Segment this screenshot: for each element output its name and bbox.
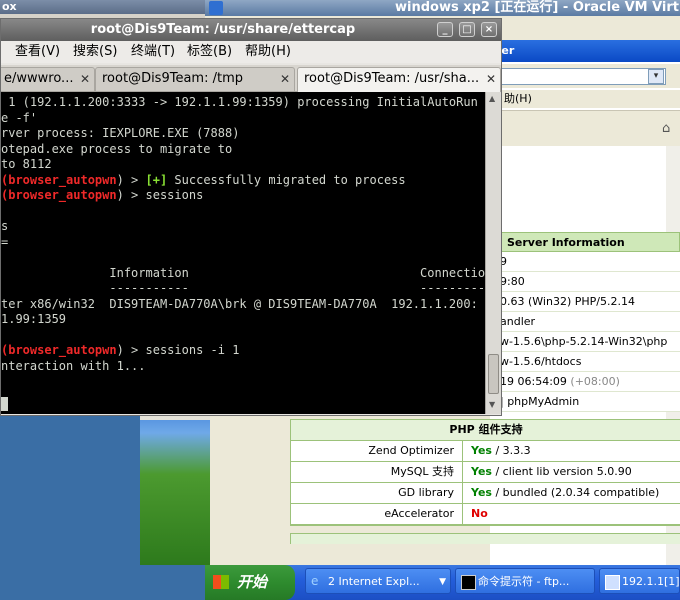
terminal-line: Information Connection (1, 265, 485, 280)
server-info-header: Server Information (490, 232, 680, 252)
php-component-row: GD library Yes / bundled (2.0.34 compati… (291, 483, 680, 504)
window-icon (605, 575, 620, 590)
close-button[interactable]: × (481, 22, 497, 37)
home-icon[interactable]: ⌂ (662, 122, 674, 135)
terminal-line: nteraction with 1... (1, 358, 146, 373)
windows-flag-icon (213, 575, 229, 589)
vm-title: windows xp2 [正在运行] - Oracle VM Virtual (395, 0, 680, 15)
taskbar-button-folder[interactable]: 192.1.1[1] (599, 568, 680, 594)
php-component-row: MySQL 支持 Yes / client lib version 5.0.90 (291, 462, 680, 483)
scroll-down-icon[interactable]: ▼ (489, 400, 495, 409)
server-info-row: 19 06:54:09 (+08:00) (490, 372, 680, 392)
tab-ettercap[interactable]: root@Dis9Team: /usr/sha... ✕ (297, 67, 501, 92)
terminal-tab-bar: e/wwwro... ✕ root@Dis9Team: /tmp ✕ root@… (1, 65, 501, 92)
terminal-line: s (1, 219, 9, 233)
close-icon[interactable]: ✕ (80, 68, 90, 90)
ie-address-bar: ▾ (490, 64, 680, 88)
server-info-row: andler (490, 312, 680, 332)
server-info-row: 9 (490, 252, 680, 272)
taskbar-button-ie[interactable]: e 2 Internet Expl... ▼ (305, 568, 451, 594)
xp-desktop-wallpaper (140, 400, 210, 565)
server-info-table: Server Information 9 9:80 0.63 (Win32) P… (490, 232, 680, 412)
terminal-line: (browser_autopwn) > sessions -i 1 (1, 343, 240, 357)
terminal-line: = (1, 234, 9, 249)
scroll-thumb[interactable] (488, 354, 499, 394)
server-info-row: w-1.5.6/htdocs (490, 352, 680, 372)
terminal-line: otepad.exe process to migrate to (1, 141, 233, 156)
terminal-titlebar[interactable]: root@Dis9Team: /usr/share/ettercap _ □ × (1, 19, 501, 41)
terminal-line: to 8112 (1, 157, 52, 171)
virtualbox-icon (209, 1, 223, 15)
server-time-offset: (+08:00) (570, 375, 620, 388)
virtualbox-title-text: ox (2, 0, 17, 13)
ie-address-input[interactable] (496, 68, 666, 85)
terminal-line: ter x86/win32 DIS9TEAM-DA770A\brk @ DIS9… (1, 296, 478, 311)
server-info-row: w-1.5.6\php-5.2.14-Win32\php (490, 332, 680, 352)
php-components-table: PHP 组件支持 Zend Optimizer Yes / 3.3.3 MySQ… (290, 419, 680, 526)
chevron-down-icon: ▼ (439, 577, 446, 587)
terminal-menubar: 查看(V) 搜索(S) 终端(T) 标签(B) 帮助(H) (1, 41, 501, 63)
xp-taskbar: 开始 e 2 Internet Expl... ▼ 命令提示符 - ftp...… (205, 565, 680, 600)
terminal-scrollbar[interactable]: ▲ ▼ (485, 92, 501, 414)
php-component-row: eAccelerator No (291, 504, 680, 525)
scroll-up-icon[interactable]: ▲ (489, 94, 495, 103)
taskbar-button-cmd[interactable]: 命令提示符 - ftp... (455, 568, 595, 594)
terminal-line: 1 (192.1.1.200:3333 -> 192.1.1.99:1359) … (1, 95, 478, 109)
menu-tabs[interactable]: 标签(B) (187, 41, 232, 63)
vm-titlebar[interactable]: windows xp2 [正在运行] - Oracle VM Virtual (205, 0, 680, 16)
terminal-window[interactable]: root@Dis9Team: /usr/share/ettercap _ □ ×… (0, 18, 502, 416)
tab-wwwroot[interactable]: e/wwwro... ✕ (1, 67, 95, 91)
minimize-button[interactable]: _ (437, 22, 453, 37)
next-table-header (290, 533, 680, 544)
terminal-output[interactable]: 1 (192.1.1.200:3333 -> 192.1.1.99:1359) … (1, 92, 485, 414)
menu-view[interactable]: 查看(V) (15, 41, 60, 63)
tab-tmp[interactable]: root@Dis9Team: /tmp ✕ (95, 67, 295, 91)
close-icon[interactable]: ✕ (280, 68, 290, 90)
ie-menu-help[interactable]: 助(H) (504, 92, 532, 105)
menu-search[interactable]: 搜索(S) (73, 41, 117, 63)
ie-titlebar[interactable]: rer (490, 40, 680, 62)
terminal-line: (browser_autopwn) > sessions (1, 188, 204, 202)
ie-icon: e (311, 574, 319, 588)
command-prompt-icon (461, 575, 476, 590)
ie-toolbar: ⌂ (490, 110, 680, 147)
close-icon[interactable]: ✕ (486, 68, 496, 90)
start-label: 开始 (237, 573, 268, 591)
menu-terminal[interactable]: 终端(T) (131, 41, 175, 63)
terminal-line: e -f' (1, 110, 38, 125)
terminal-line: ----------- ---------- (1, 281, 485, 295)
terminal-title: root@Dis9Team: /usr/share/ettercap (90, 22, 356, 37)
address-dropdown-icon[interactable]: ▾ (648, 69, 664, 84)
menu-help[interactable]: 帮助(H) (245, 41, 291, 63)
terminal-line: (browser_autopwn) > [+] Successfully mig… (1, 172, 406, 187)
server-info-row: | phpMyAdmin (490, 392, 680, 412)
terminal-line: 1.99:1359 (1, 312, 67, 326)
server-info-row: 9:80 (490, 272, 680, 292)
virtualbox-manager-titlebar[interactable]: ox (0, 0, 205, 14)
maximize-button[interactable]: □ (459, 22, 475, 37)
php-components-header: PHP 组件支持 (291, 420, 680, 441)
start-button[interactable]: 开始 (205, 565, 295, 600)
terminal-cursor (1, 397, 8, 411)
terminal-line: rver process: IEXPLORE.EXE (7888) (1, 126, 240, 140)
ie-menubar: 助(H) (490, 90, 680, 108)
php-component-row: Zend Optimizer Yes / 3.3.3 (291, 441, 680, 462)
server-info-row: 0.63 (Win32) PHP/5.2.14 (490, 292, 680, 312)
